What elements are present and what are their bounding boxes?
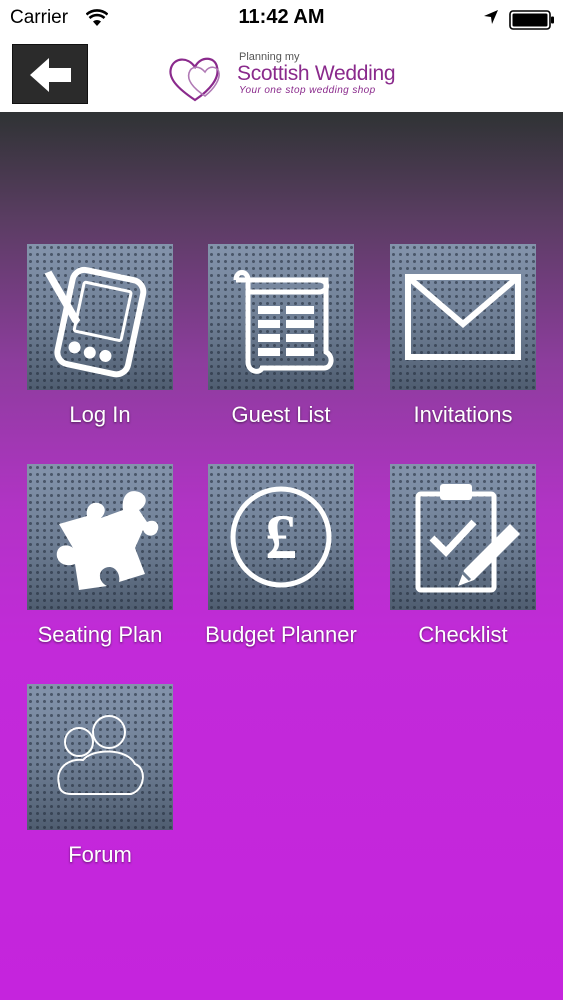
battery-icon	[509, 10, 555, 35]
nav-bar: Planning my Scottish Wedding Your one st…	[0, 38, 563, 112]
tile-label-seating-plan: Seating Plan	[37, 622, 163, 647]
tile-label-budget-planner: Budget Planner	[205, 622, 357, 647]
budget-planner-tile[interactable]: £	[208, 464, 354, 610]
scroll-list-icon	[233, 270, 334, 374]
heart-logo-icon	[165, 48, 245, 111]
envelope-icon	[405, 274, 521, 360]
tile-label-login: Log In	[69, 402, 131, 427]
clock: 11:42 AM	[238, 6, 325, 28]
logo-tagline: Your one stop wedding shop	[239, 85, 376, 96]
main-menu: Log In Guest List Invitations Seating Pl…	[0, 112, 563, 1000]
forum-tile[interactable]	[27, 684, 173, 830]
back-arrow-icon	[30, 58, 71, 92]
tile-label-invitations: Invitations	[413, 402, 513, 427]
people-group-icon	[57, 715, 144, 795]
pda-stylus-icon	[44, 266, 147, 378]
invitations-tile[interactable]	[390, 244, 536, 390]
location-arrow-icon	[483, 9, 499, 30]
puzzle-piece-icon	[56, 491, 159, 590]
logo-line-2: Scottish Wedding	[237, 62, 396, 85]
svg-text:£: £	[265, 501, 297, 572]
back-button[interactable]	[12, 44, 88, 104]
checklist-tile[interactable]	[390, 464, 536, 610]
clipboard-checklist-icon	[415, 484, 520, 593]
status-bar: Carrier 11:42 AM	[0, 0, 563, 38]
tile-label-checklist: Checklist	[418, 622, 508, 647]
app-logo: Planning my Scottish Wedding Your one st…	[165, 42, 405, 108]
pound-coin-icon: £	[230, 486, 332, 588]
tile-label-guest-list: Guest List	[231, 402, 331, 427]
login-tile[interactable]	[27, 244, 173, 390]
guest-list-tile[interactable]	[208, 244, 354, 390]
seating-plan-tile[interactable]	[27, 464, 173, 610]
tile-label-forum: Forum	[68, 842, 132, 867]
